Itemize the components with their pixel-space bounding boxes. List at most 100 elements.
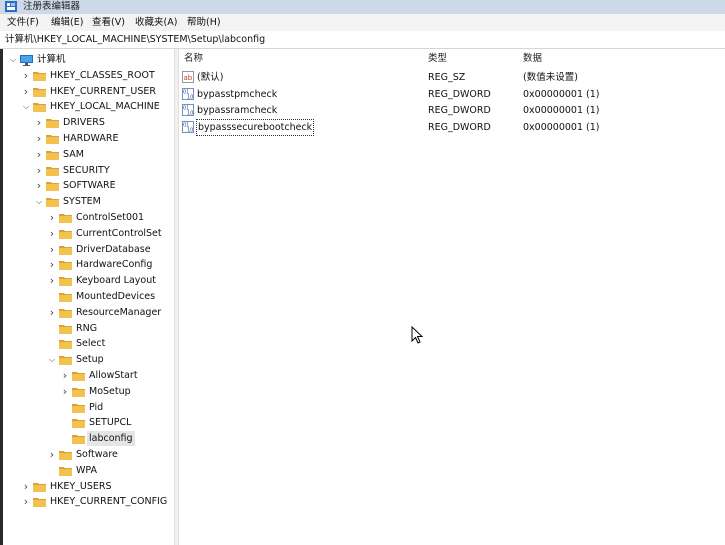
tree-item-drivers[interactable]: › DRIVERS: [0, 115, 174, 130]
folder-icon: [59, 324, 72, 334]
address-path[interactable]: 计算机\HKEY_LOCAL_MACHINE\SYSTEM\Setup\labc…: [5, 33, 265, 46]
folder-icon: [46, 166, 59, 176]
chevron-right-icon[interactable]: ›: [34, 115, 44, 130]
column-header-type[interactable]: 类型: [428, 52, 447, 66]
tree-item-label: CurrentControlSet: [76, 227, 162, 239]
menu-file[interactable]: 文件(F): [7, 16, 39, 29]
chevron-right-icon[interactable]: ›: [21, 84, 31, 99]
folder-icon: [46, 150, 59, 160]
tree-item-label: MoSetup: [89, 385, 131, 397]
chevron-right-icon[interactable]: ›: [47, 447, 57, 462]
tree-item-allowstart[interactable]: › AllowStart: [0, 368, 174, 383]
tree-item-label: Keyboard Layout: [76, 275, 156, 287]
chevron-down-icon[interactable]: ⌵: [8, 52, 18, 67]
folder-icon: [59, 466, 72, 476]
tree-item-resourcemanager[interactable]: › ResourceManager: [0, 305, 174, 320]
tree-item-security[interactable]: › SECURITY: [0, 163, 174, 178]
tree-item-currentcontrolset[interactable]: › CurrentControlSet: [0, 226, 174, 241]
chevron-right-icon[interactable]: ›: [34, 131, 44, 146]
menu-bar: 文件(F) 编辑(E) 查看(V) 收藏夹(A) 帮助(H): [0, 14, 725, 31]
tree-item-label: labconfig: [87, 431, 135, 447]
tree-item-label: WPA: [76, 464, 98, 476]
tree-item-wpa[interactable]: WPA: [0, 463, 174, 478]
tree-item-hardwareconfig[interactable]: › HardwareConfig: [0, 257, 174, 272]
tree-item-software[interactable]: › SOFTWARE: [0, 178, 174, 193]
tree-item-label: SOFTWARE: [63, 180, 116, 192]
value-name: bypasstpmcheck: [197, 88, 278, 100]
tree-item-hkey-current-config[interactable]: › HKEY_CURRENT_CONFIG: [0, 494, 174, 509]
chevron-down-icon[interactable]: ⌵: [47, 352, 57, 367]
value-row[interactable]: 01 10 bypasstpmcheck REG_DWORD 0x00000001 (1…: [182, 87, 722, 102]
tree-item-hkey-local-machine[interactable]: ⌵ HKEY_LOCAL_MACHINE: [0, 99, 174, 114]
menu-edit[interactable]: 编辑(E): [51, 16, 83, 29]
tree-item-system[interactable]: ⌵ SYSTEM: [0, 194, 174, 209]
folder-icon: [33, 71, 46, 81]
tree-item-sam[interactable]: › SAM: [0, 147, 174, 162]
folder-icon: [46, 118, 59, 129]
tree-item-setup[interactable]: ⌵ Setup: [0, 352, 174, 367]
tree-item-hkey-users[interactable]: › HKEY_USERS: [0, 479, 174, 494]
tree-item-setupcl[interactable]: SETUPCL: [0, 415, 174, 430]
folder-icon: [33, 497, 46, 508]
tree-item-select[interactable]: Select: [0, 336, 174, 351]
tree-item-label: HKEY_CLASSES_ROOT: [50, 69, 155, 81]
tree-item-rng[interactable]: RNG: [0, 321, 174, 336]
value-data: (数值未设置): [523, 72, 578, 83]
menu-favorites[interactable]: 收藏夹(A): [135, 16, 177, 29]
tree-item-label: HKEY_LOCAL_MACHINE: [50, 101, 160, 113]
chevron-down-icon[interactable]: ⌵: [21, 99, 31, 114]
tree-item-computer[interactable]: ⌵ 计算机: [0, 52, 174, 67]
value-row[interactable]: 01 10 bypasssecurebootcheck REG_DWORD 0x0000…: [182, 119, 722, 137]
tree-item-label: HARDWARE: [63, 133, 119, 144]
title-bar: 注册表编辑器: [0, 0, 725, 14]
folder-icon: [59, 260, 72, 271]
chevron-right-icon[interactable]: ›: [60, 368, 70, 383]
value-type: REG_DWORD: [428, 88, 491, 100]
folder-icon: [59, 292, 72, 302]
chevron-right-icon[interactable]: ›: [21, 494, 31, 509]
tree-item-driverdatabase[interactable]: › DriverDatabase: [0, 242, 174, 257]
chevron-right-icon[interactable]: ›: [47, 273, 57, 288]
chevron-right-icon[interactable]: ›: [47, 210, 57, 225]
chevron-right-icon[interactable]: ›: [47, 242, 57, 257]
tree-item-label: DriverDatabase: [76, 243, 151, 255]
tree-item-label: Setup: [76, 354, 104, 366]
chevron-right-icon[interactable]: ›: [60, 384, 70, 399]
folder-icon: [59, 213, 72, 223]
folder-icon: [59, 308, 72, 318]
tree-item-mosetup[interactable]: › MoSetup: [0, 384, 174, 399]
tree-item-controlset001[interactable]: › ControlSet001: [0, 210, 174, 225]
tree-item-hkey-classes-root[interactable]: › HKEY_CLASSES_ROOT: [0, 68, 174, 83]
menu-help[interactable]: 帮助(H): [187, 16, 221, 29]
menu-view[interactable]: 查看(V): [92, 16, 125, 29]
tree-item-label: SETUPCL: [89, 417, 132, 429]
value-row[interactable]: ab (默认) REG_SZ (数值未设置): [182, 70, 722, 85]
address-bar[interactable]: 计算机\HKEY_LOCAL_MACHINE\SYSTEM\Setup\labc…: [0, 31, 725, 49]
pane-splitter[interactable]: [174, 49, 179, 545]
key-tree-pane[interactable]: ⌵ 计算机 › HKEY_CLASSES_ROOT › HKEY_CURRENT_USER…: [0, 49, 174, 545]
tree-item-hkey-current-user[interactable]: › HKEY_CURRENT_USER: [0, 84, 174, 99]
tree-item-mounteddevices[interactable]: MountedDevices: [0, 289, 174, 304]
chevron-right-icon[interactable]: ›: [47, 257, 57, 272]
folder-icon: [33, 102, 46, 113]
tree-item-labconfig[interactable]: labconfig: [0, 431, 174, 447]
tree-item-hardware[interactable]: › HARDWARE: [0, 131, 174, 146]
value-name: bypasssecurebootcheck: [195, 119, 315, 137]
chevron-right-icon[interactable]: ›: [21, 68, 31, 83]
regedit-app-icon: [5, 1, 17, 12]
tree-item-software[interactable]: › Software: [0, 447, 174, 462]
tree-item-keyboard-layout[interactable]: › Keyboard Layout: [0, 273, 174, 288]
chevron-right-icon[interactable]: ›: [34, 147, 44, 162]
chevron-right-icon[interactable]: ›: [47, 305, 57, 320]
column-header-name[interactable]: 名称: [184, 52, 203, 66]
chevron-right-icon[interactable]: ›: [34, 178, 44, 193]
column-header-data[interactable]: 数据: [523, 52, 542, 66]
value-name: bypassramcheck: [197, 105, 278, 117]
tree-item-label: SAM: [63, 148, 84, 160]
chevron-down-icon[interactable]: ⌵: [34, 194, 44, 209]
chevron-right-icon[interactable]: ›: [47, 226, 57, 241]
chevron-right-icon[interactable]: ›: [34, 163, 44, 178]
value-row[interactable]: 01 10 bypassramcheck REG_DWORD 0x00000001 (1…: [182, 103, 722, 118]
chevron-right-icon[interactable]: ›: [21, 479, 31, 494]
tree-item-pid[interactable]: Pid: [0, 400, 174, 415]
